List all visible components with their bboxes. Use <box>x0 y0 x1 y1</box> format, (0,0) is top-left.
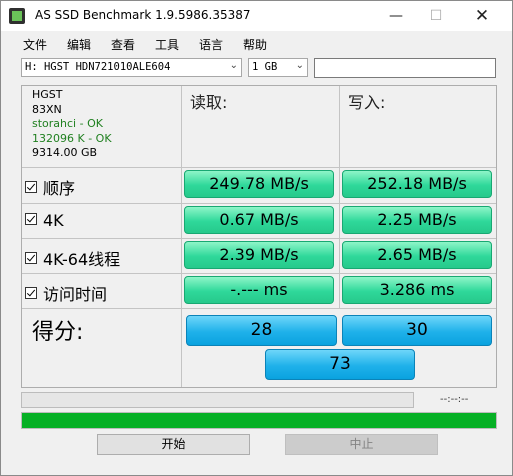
overall-progress-fill <box>22 413 496 428</box>
menu-file[interactable]: 文件 <box>23 36 47 53</box>
drive-firmware: 83XN <box>32 102 62 116</box>
chevron-down-icon: ⌄ <box>295 60 304 71</box>
test-4k64-text: 4K-64线程 <box>43 250 121 269</box>
column-divider <box>339 86 340 308</box>
4k-write-result: 2.25 MB/s <box>342 206 492 234</box>
row-divider <box>22 203 496 204</box>
test-seq-label[interactable]: 顺序 <box>25 175 75 199</box>
drive-vendor: HGST <box>32 88 63 101</box>
menu-language[interactable]: 语言 <box>199 36 223 53</box>
write-score: 30 <box>342 315 492 346</box>
test-access-checkbox[interactable] <box>25 287 37 299</box>
4k64-read-result: 2.39 MB/s <box>184 241 334 269</box>
menu-help[interactable]: 帮助 <box>243 36 267 53</box>
test-access-label[interactable]: 访问时间 <box>25 281 107 305</box>
test-access-text: 访问时间 <box>43 285 108 304</box>
drive-info: HGST 83XN storahci - OK 132096 K - OK 93… <box>32 88 112 161</box>
total-score: 73 <box>265 349 415 380</box>
drive-capacity: 9314.00 GB <box>32 146 98 159</box>
test-4k-label[interactable]: 4K <box>25 211 64 230</box>
app-logo-icon <box>9 8 25 24</box>
title-bar[interactable]: AS SSD Benchmark 1.9.5986.35387 — ☐ ✕ <box>1 1 512 31</box>
row-divider <box>22 273 496 274</box>
menu-view[interactable]: 查看 <box>111 36 135 53</box>
close-button[interactable]: ✕ <box>459 1 505 31</box>
row-divider <box>22 308 496 309</box>
seq-write-result: 252.18 MB/s <box>342 170 492 198</box>
test-seq-text: 顺序 <box>43 179 76 198</box>
drive-select-value: H: HGST HDN721010ALE604 <box>25 61 171 73</box>
test-4k64-label[interactable]: 4K-64线程 <box>25 246 120 270</box>
abort-button[interactable]: 中止 <box>285 434 438 455</box>
start-button[interactable]: 开始 <box>97 434 250 455</box>
driver-status: storahci - OK <box>32 117 103 130</box>
4k-read-result: 0.67 MB/s <box>184 206 334 234</box>
test-seq-checkbox[interactable] <box>25 181 37 193</box>
menu-bar: 文件 编辑 查看 工具 语言 帮助 <box>1 33 512 55</box>
test-4k64-checkbox[interactable] <box>25 252 37 264</box>
test-4k-text: 4K <box>43 211 64 230</box>
app-window: AS SSD Benchmark 1.9.5986.35387 — ☐ ✕ 文件… <box>0 0 513 476</box>
test-4k-checkbox[interactable] <box>25 213 37 225</box>
size-select[interactable]: 1 GB ⌄ <box>248 58 308 77</box>
read-column-header: 读取: <box>190 93 228 112</box>
maximize-button[interactable]: ☐ <box>413 1 459 31</box>
menu-tools[interactable]: 工具 <box>155 36 179 53</box>
alignment-status: 132096 K - OK <box>32 131 112 145</box>
test-progress-bar <box>21 392 414 408</box>
elapsed-time: --:--:-- <box>440 394 469 405</box>
overall-progress-bar <box>21 412 497 429</box>
menu-edit[interactable]: 编辑 <box>67 36 91 53</box>
write-column-header: 写入: <box>348 93 386 112</box>
window-title: AS SSD Benchmark 1.9.5986.35387 <box>35 8 251 22</box>
4k64-write-result: 2.65 MB/s <box>342 241 492 269</box>
row-divider <box>22 167 496 168</box>
size-select-value: 1 GB <box>252 61 278 73</box>
score-label: 得分: <box>32 320 84 345</box>
column-divider <box>181 86 182 387</box>
drive-select[interactable]: H: HGST HDN721010ALE604 ⌄ <box>21 58 242 77</box>
drive-info-field[interactable] <box>314 58 496 78</box>
read-score: 28 <box>186 315 337 346</box>
row-divider <box>22 238 496 239</box>
access-read-result: -.--- ms <box>184 276 334 304</box>
access-write-result: 3.286 ms <box>342 276 492 304</box>
results-panel: HGST 83XN storahci - OK 132096 K - OK 93… <box>21 85 497 388</box>
chevron-down-icon: ⌄ <box>229 60 238 71</box>
seq-read-result: 249.78 MB/s <box>184 170 334 198</box>
